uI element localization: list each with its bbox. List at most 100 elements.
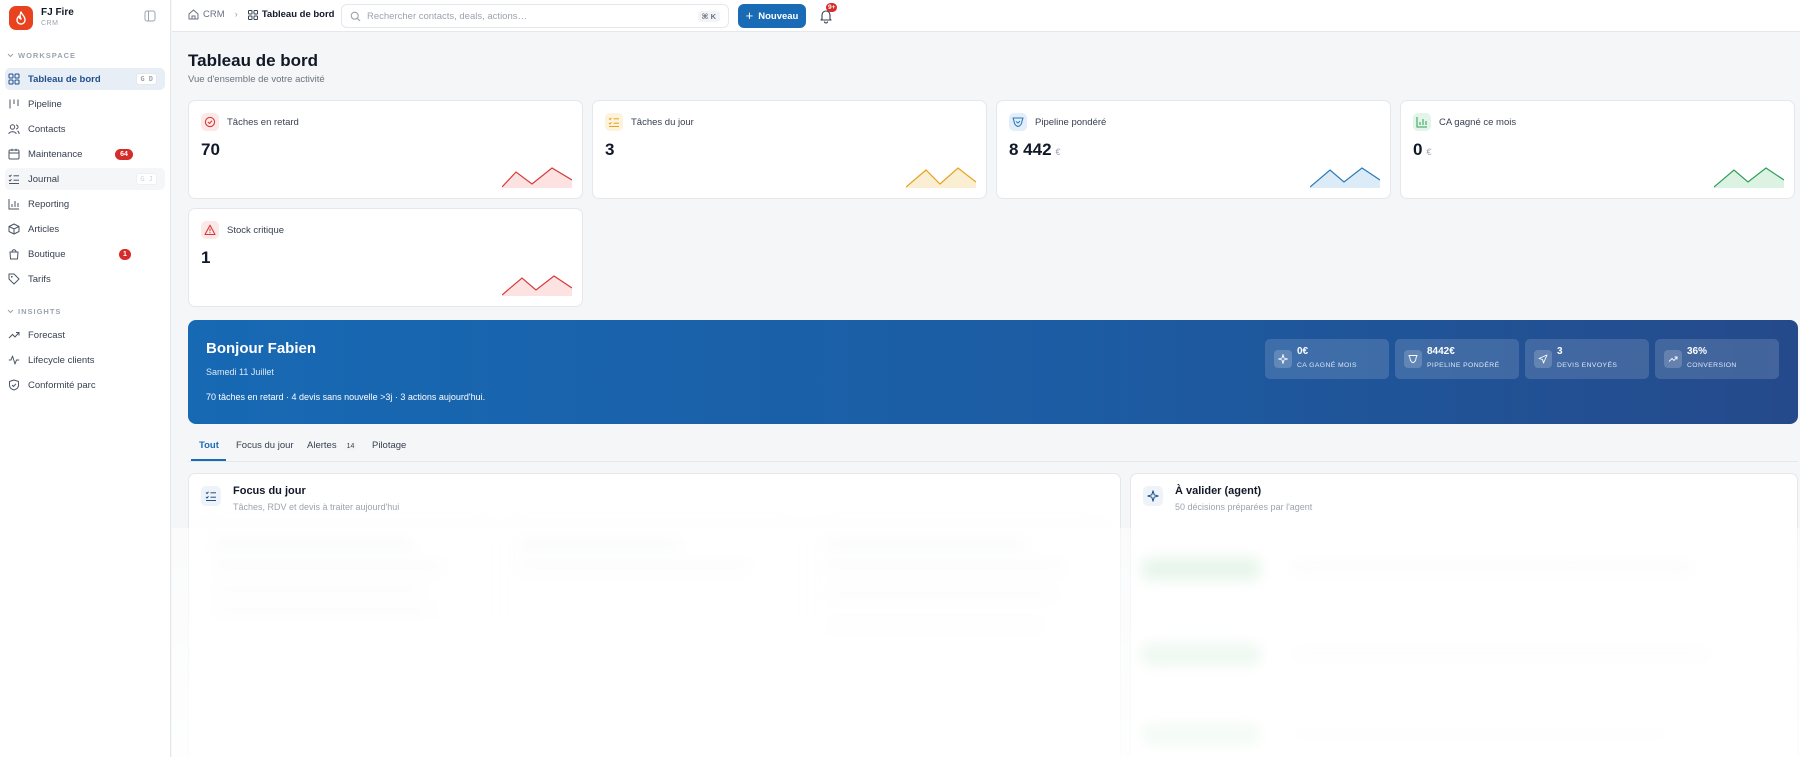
sidebar-item-lifecycle[interactable]: Lifecycle clients: [5, 349, 165, 371]
trending-up-icon: [1664, 350, 1682, 368]
kpi-value: 3: [605, 140, 615, 159]
brand-name: FJ Fire: [41, 6, 74, 18]
sidebar-item-forecast[interactable]: Forecast: [5, 324, 165, 346]
search-shortcut: ⌘ K: [697, 10, 720, 22]
tab-alerts-label: Alertes: [307, 440, 337, 451]
maintenance-count-badge: 64: [115, 148, 133, 160]
flame-logo-icon: [9, 5, 33, 30]
hero-stat-value: 8442€: [1427, 346, 1455, 357]
daily-summary: 70 tâches en retard · 4 devis sans nouve…: [206, 392, 486, 402]
kpi-card-today-tasks[interactable]: Tâches du jour 3: [592, 100, 987, 199]
users-icon: [8, 124, 20, 135]
tag-icon: [8, 273, 20, 285]
sidebar-item-tarifs[interactable]: Tarifs: [5, 268, 165, 290]
tab-focus[interactable]: Focus du jour: [236, 440, 294, 451]
clock-check-icon: [201, 113, 219, 131]
sidebar-item-label: Lifecycle clients: [28, 354, 95, 366]
tab-alerts[interactable]: Alertes 14: [307, 440, 359, 451]
hero-stat-conversion: 36% CONVERSION: [1655, 339, 1779, 379]
search-box[interactable]: ⌘ K: [341, 4, 729, 28]
kpi-card-critical-stock[interactable]: Stock critique 1: [188, 208, 583, 307]
kpi-value: 70: [201, 140, 220, 159]
tab-pilotage[interactable]: Pilotage: [372, 440, 406, 451]
plus-icon: +: [745, 8, 754, 23]
breadcrumb-crm-link[interactable]: CRM: [203, 9, 225, 20]
brand[interactable]: FJ Fire CRM: [0, 0, 170, 32]
hero-stat-value: 0€: [1297, 346, 1309, 357]
alert-triangle-icon: [201, 221, 219, 239]
send-icon: [1534, 350, 1552, 368]
shield-check-icon: [9, 379, 19, 391]
sidebar: FJ Fire CRM WORKSPACE Tableau de bord G …: [0, 0, 171, 757]
kpi-card-weighted-pipeline[interactable]: Pipeline pondéré 8 442 €: [996, 100, 1391, 199]
notifications-button[interactable]: 9+: [816, 3, 838, 26]
kpi-label: Tâches du jour: [631, 117, 694, 128]
kpi-card-overdue-tasks[interactable]: Tâches en retard 70: [188, 100, 583, 199]
kpi-label: Tâches en retard: [227, 117, 299, 128]
sidebar-item-label: Reporting: [28, 198, 70, 210]
sparkline: [1714, 167, 1784, 188]
package-icon: [8, 223, 20, 235]
sparkline: [502, 167, 572, 188]
sparkles-icon: [1143, 486, 1163, 506]
topbar: CRM › Tableau de bord ⌘ K + Nouveau 9+: [172, 0, 1800, 32]
sidebar-item-label: Forecast: [28, 329, 65, 341]
tab-all[interactable]: Tout: [199, 440, 219, 451]
sidebar-item-pipeline[interactable]: Pipeline: [5, 93, 165, 115]
list-checks-icon: [201, 486, 221, 506]
kpi-card-revenue-month[interactable]: CA gagné ce mois 0 €: [1400, 100, 1795, 199]
grid-icon: [8, 73, 20, 85]
kpi-label: CA gagné ce mois: [1439, 117, 1517, 128]
hero-stat-revenue: 0€ CA GAGNÉ MOIS: [1265, 339, 1389, 379]
sidebar-item-contacts[interactable]: Contacts: [5, 118, 165, 140]
search-icon: [350, 11, 361, 21]
section-workspace[interactable]: WORKSPACE: [0, 49, 170, 61]
hero-stat-quotes: 3 DEVIS ENVOYÉS: [1525, 339, 1649, 379]
list-checks-icon: [605, 113, 623, 131]
new-button-label: Nouveau: [758, 10, 799, 22]
sidebar-item-conformite[interactable]: Conformité parc: [5, 374, 165, 396]
sidebar-item-articles[interactable]: Articles: [5, 218, 165, 240]
bar-chart-icon: [8, 199, 19, 210]
pipeline-icon: [9, 99, 19, 109]
sparkline: [906, 167, 976, 188]
sidebar-item-reporting[interactable]: Reporting: [5, 193, 165, 215]
list-checks-icon: [8, 174, 19, 184]
sidebar-item-label: Contacts: [28, 123, 66, 135]
new-button[interactable]: + Nouveau: [738, 4, 806, 28]
breadcrumb: CRM › Tableau de bord: [188, 9, 334, 20]
trending-up-icon: [8, 332, 20, 339]
section-workspace-label: WORKSPACE: [18, 50, 77, 60]
sidebar-item-label: Pipeline: [28, 98, 62, 110]
hero-stat-label: CA GAGNÉ MOIS: [1297, 362, 1357, 369]
hero-stat-label: PIPELINE PONDÉRÉ: [1427, 362, 1500, 369]
greeting: Bonjour Fabien: [206, 340, 316, 357]
section-insights[interactable]: INSIGHTS: [0, 305, 170, 317]
sidebar-item-dashboard[interactable]: Tableau de bord G D: [5, 68, 165, 90]
sidebar-item-label: Articles: [28, 223, 60, 235]
sidebar-item-journal[interactable]: Journal G J: [5, 168, 165, 190]
sidebar-item-boutique[interactable]: Boutique 1: [5, 243, 165, 265]
brand-sub: CRM: [41, 19, 59, 27]
kpi-value: 0 €: [1413, 140, 1432, 159]
chevron-down-icon: [7, 53, 14, 57]
hero-stat-label: CONVERSION: [1687, 362, 1737, 369]
sidebar-item-label: Maintenance: [28, 148, 83, 160]
shortcut-hint: G D: [136, 73, 157, 85]
shopping-bag-icon: [9, 249, 19, 260]
hero-stat-pipeline: 8442€ PIPELINE PONDÉRÉ: [1395, 339, 1519, 379]
funnel-icon: [1404, 350, 1422, 368]
page-title: Tableau de bord: [188, 51, 319, 70]
activity-icon: [8, 355, 20, 365]
sidebar-item-maintenance[interactable]: Maintenance 64: [5, 143, 165, 165]
insights-nav: Forecast Lifecycle clients Conformité pa…: [0, 324, 170, 396]
sparkles-icon: [1274, 350, 1292, 368]
search-input[interactable]: [367, 10, 667, 22]
sidebar-toggle-icon[interactable]: [144, 10, 156, 22]
sidebar-item-label: Boutique: [28, 248, 66, 260]
current-date: Samedi 11 Juillet: [206, 367, 274, 377]
boutique-count-badge: 1: [119, 248, 131, 260]
hero-stat-value: 3: [1557, 346, 1563, 357]
grid-icon: [247, 9, 258, 20]
workspace-nav: Tableau de bord G D Pipeline Contacts Ma…: [0, 68, 170, 290]
